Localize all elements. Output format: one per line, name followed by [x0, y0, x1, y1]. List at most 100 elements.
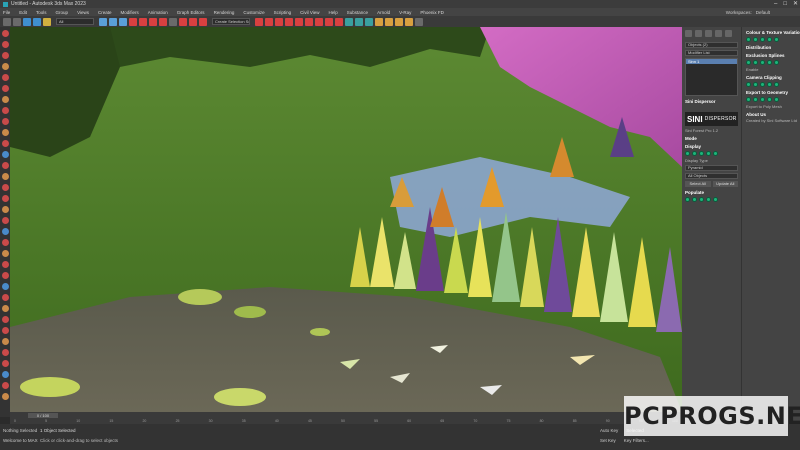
all-objects-dropdown[interactable]: All Objects [685, 173, 738, 179]
tool-icon[interactable] [1, 371, 9, 378]
align-icon[interactable] [265, 17, 273, 26]
helper-icon[interactable] [395, 17, 403, 26]
menu-group[interactable]: Group [56, 10, 69, 15]
spacewarp-icon[interactable] [405, 17, 413, 26]
object-name-field[interactable]: Objects (2) [685, 42, 738, 48]
dot-icon[interactable] [767, 60, 772, 65]
time-slider-thumb[interactable]: 0 / 100 [28, 413, 58, 418]
menu-scripting[interactable]: Scripting [274, 10, 292, 15]
tool-icon[interactable] [1, 129, 9, 136]
rotate-icon[interactable] [139, 17, 147, 26]
dot-icon[interactable] [713, 197, 718, 202]
material-editor-icon[interactable] [305, 17, 313, 26]
dot-icon[interactable] [713, 151, 718, 156]
tool-icon[interactable] [1, 63, 9, 70]
dot-icon[interactable] [746, 82, 751, 87]
scale-icon[interactable] [149, 17, 157, 26]
menu-animation[interactable]: Animation [148, 10, 168, 15]
dot-icon[interactable] [692, 197, 697, 202]
tool-icon[interactable] [1, 294, 9, 301]
tool-icon[interactable] [1, 74, 9, 81]
dot-icon[interactable] [767, 97, 772, 102]
dot-icon[interactable] [685, 197, 690, 202]
menu-arnold[interactable]: Arnold [377, 10, 390, 15]
menu-create[interactable]: Create [98, 10, 112, 15]
tool-icon[interactable] [1, 107, 9, 114]
tool-icon[interactable] [1, 360, 9, 367]
minimize-icon[interactable]: – [774, 0, 777, 8]
modifier-stack[interactable]: Sinn 1 [685, 58, 738, 96]
dot-icon[interactable] [753, 82, 758, 87]
menu-vray[interactable]: V-Ray [399, 10, 411, 15]
close-icon[interactable]: ✕ [793, 0, 798, 8]
dot-icon[interactable] [774, 97, 779, 102]
enable-checkbox[interactable]: Enable [746, 67, 797, 72]
snap-icon[interactable] [179, 17, 187, 26]
systems-icon[interactable] [415, 17, 423, 26]
tool-icon[interactable] [1, 96, 9, 103]
tool-icon[interactable] [1, 217, 9, 224]
dot-icon[interactable] [774, 37, 779, 42]
dot-icon[interactable] [774, 82, 779, 87]
tool-icon[interactable] [1, 151, 9, 158]
section-export-geometry[interactable]: Export to Geometry [746, 90, 797, 95]
section-display[interactable]: Display [685, 144, 738, 149]
tool-icon[interactable] [1, 382, 9, 389]
tool-icon[interactable] [1, 184, 9, 191]
key-filters-button[interactable]: Key Filters... [624, 438, 649, 443]
tool-icon[interactable] [1, 316, 9, 323]
maxscript-listener[interactable]: Welcome to MAX [3, 438, 38, 443]
dot-icon[interactable] [699, 151, 704, 156]
hierarchy-tab-icon[interactable] [705, 30, 712, 37]
link-icon[interactable] [23, 17, 31, 26]
move-icon[interactable] [129, 17, 137, 26]
percent-snap-icon[interactable] [199, 17, 207, 26]
select-by-name-icon[interactable] [109, 17, 117, 26]
section-camera-clipping[interactable]: Camera Clipping [746, 75, 797, 80]
modify-tab-icon[interactable] [695, 30, 702, 37]
menu-edit[interactable]: Edit [19, 10, 27, 15]
menu-graph-editors[interactable]: Graph Editors [177, 10, 205, 15]
tool-icon[interactable] [1, 30, 9, 37]
tool-icon[interactable] [1, 228, 9, 235]
modifier-list-dropdown[interactable]: Modifier List [685, 50, 738, 56]
plugin-header[interactable]: Sini Dispersor [685, 99, 738, 104]
selection-set-input[interactable]: Create Selection Se [212, 18, 250, 25]
selection-filter[interactable]: All [56, 18, 94, 25]
colour-texture-header[interactable]: Colour & Texture Variation [746, 30, 800, 35]
angle-snap-icon[interactable] [189, 17, 197, 26]
menu-substance[interactable]: Substance [347, 10, 368, 15]
menu-views[interactable]: Views [77, 10, 89, 15]
dot-icon[interactable] [706, 197, 711, 202]
curve-editor-icon[interactable] [285, 17, 293, 26]
tool-icon[interactable] [1, 239, 9, 246]
motion-tab-icon[interactable] [715, 30, 722, 37]
section-exclusion-splines[interactable]: Exclusion Splines [746, 53, 797, 58]
undo-icon[interactable] [3, 17, 11, 26]
dot-icon[interactable] [699, 197, 704, 202]
modifier-stack-item[interactable]: Sinn 1 [686, 59, 737, 64]
menu-modifiers[interactable]: Modifiers [121, 10, 139, 15]
mirror-icon[interactable] [255, 17, 263, 26]
light-icon[interactable] [375, 17, 383, 26]
tool-icon[interactable] [1, 118, 9, 125]
tool-icon[interactable] [1, 338, 9, 345]
dot-icon[interactable] [774, 60, 779, 65]
schematic-icon[interactable] [295, 17, 303, 26]
display-tab-icon[interactable] [725, 30, 732, 37]
update-all-button[interactable]: Update All [712, 181, 738, 187]
dot-icon[interactable] [746, 37, 751, 42]
substance-icon[interactable] [365, 17, 373, 26]
set-key-button[interactable]: Set Key [600, 438, 616, 443]
tool-icon[interactable] [1, 195, 9, 202]
dot-icon[interactable] [760, 60, 765, 65]
time-slider[interactable]: 0 / 100 0 5 10 15 20 25 30 35 40 45 50 5… [10, 412, 682, 424]
tool-icon[interactable] [1, 327, 9, 334]
menu-file[interactable]: File [3, 10, 10, 15]
dot-icon[interactable] [706, 151, 711, 156]
tool-icon[interactable] [1, 272, 9, 279]
dot-icon[interactable] [767, 37, 772, 42]
section-about-us[interactable]: About Us [746, 112, 797, 117]
render-frame-icon[interactable] [325, 17, 333, 26]
menu-civil-view[interactable]: Civil View [300, 10, 319, 15]
